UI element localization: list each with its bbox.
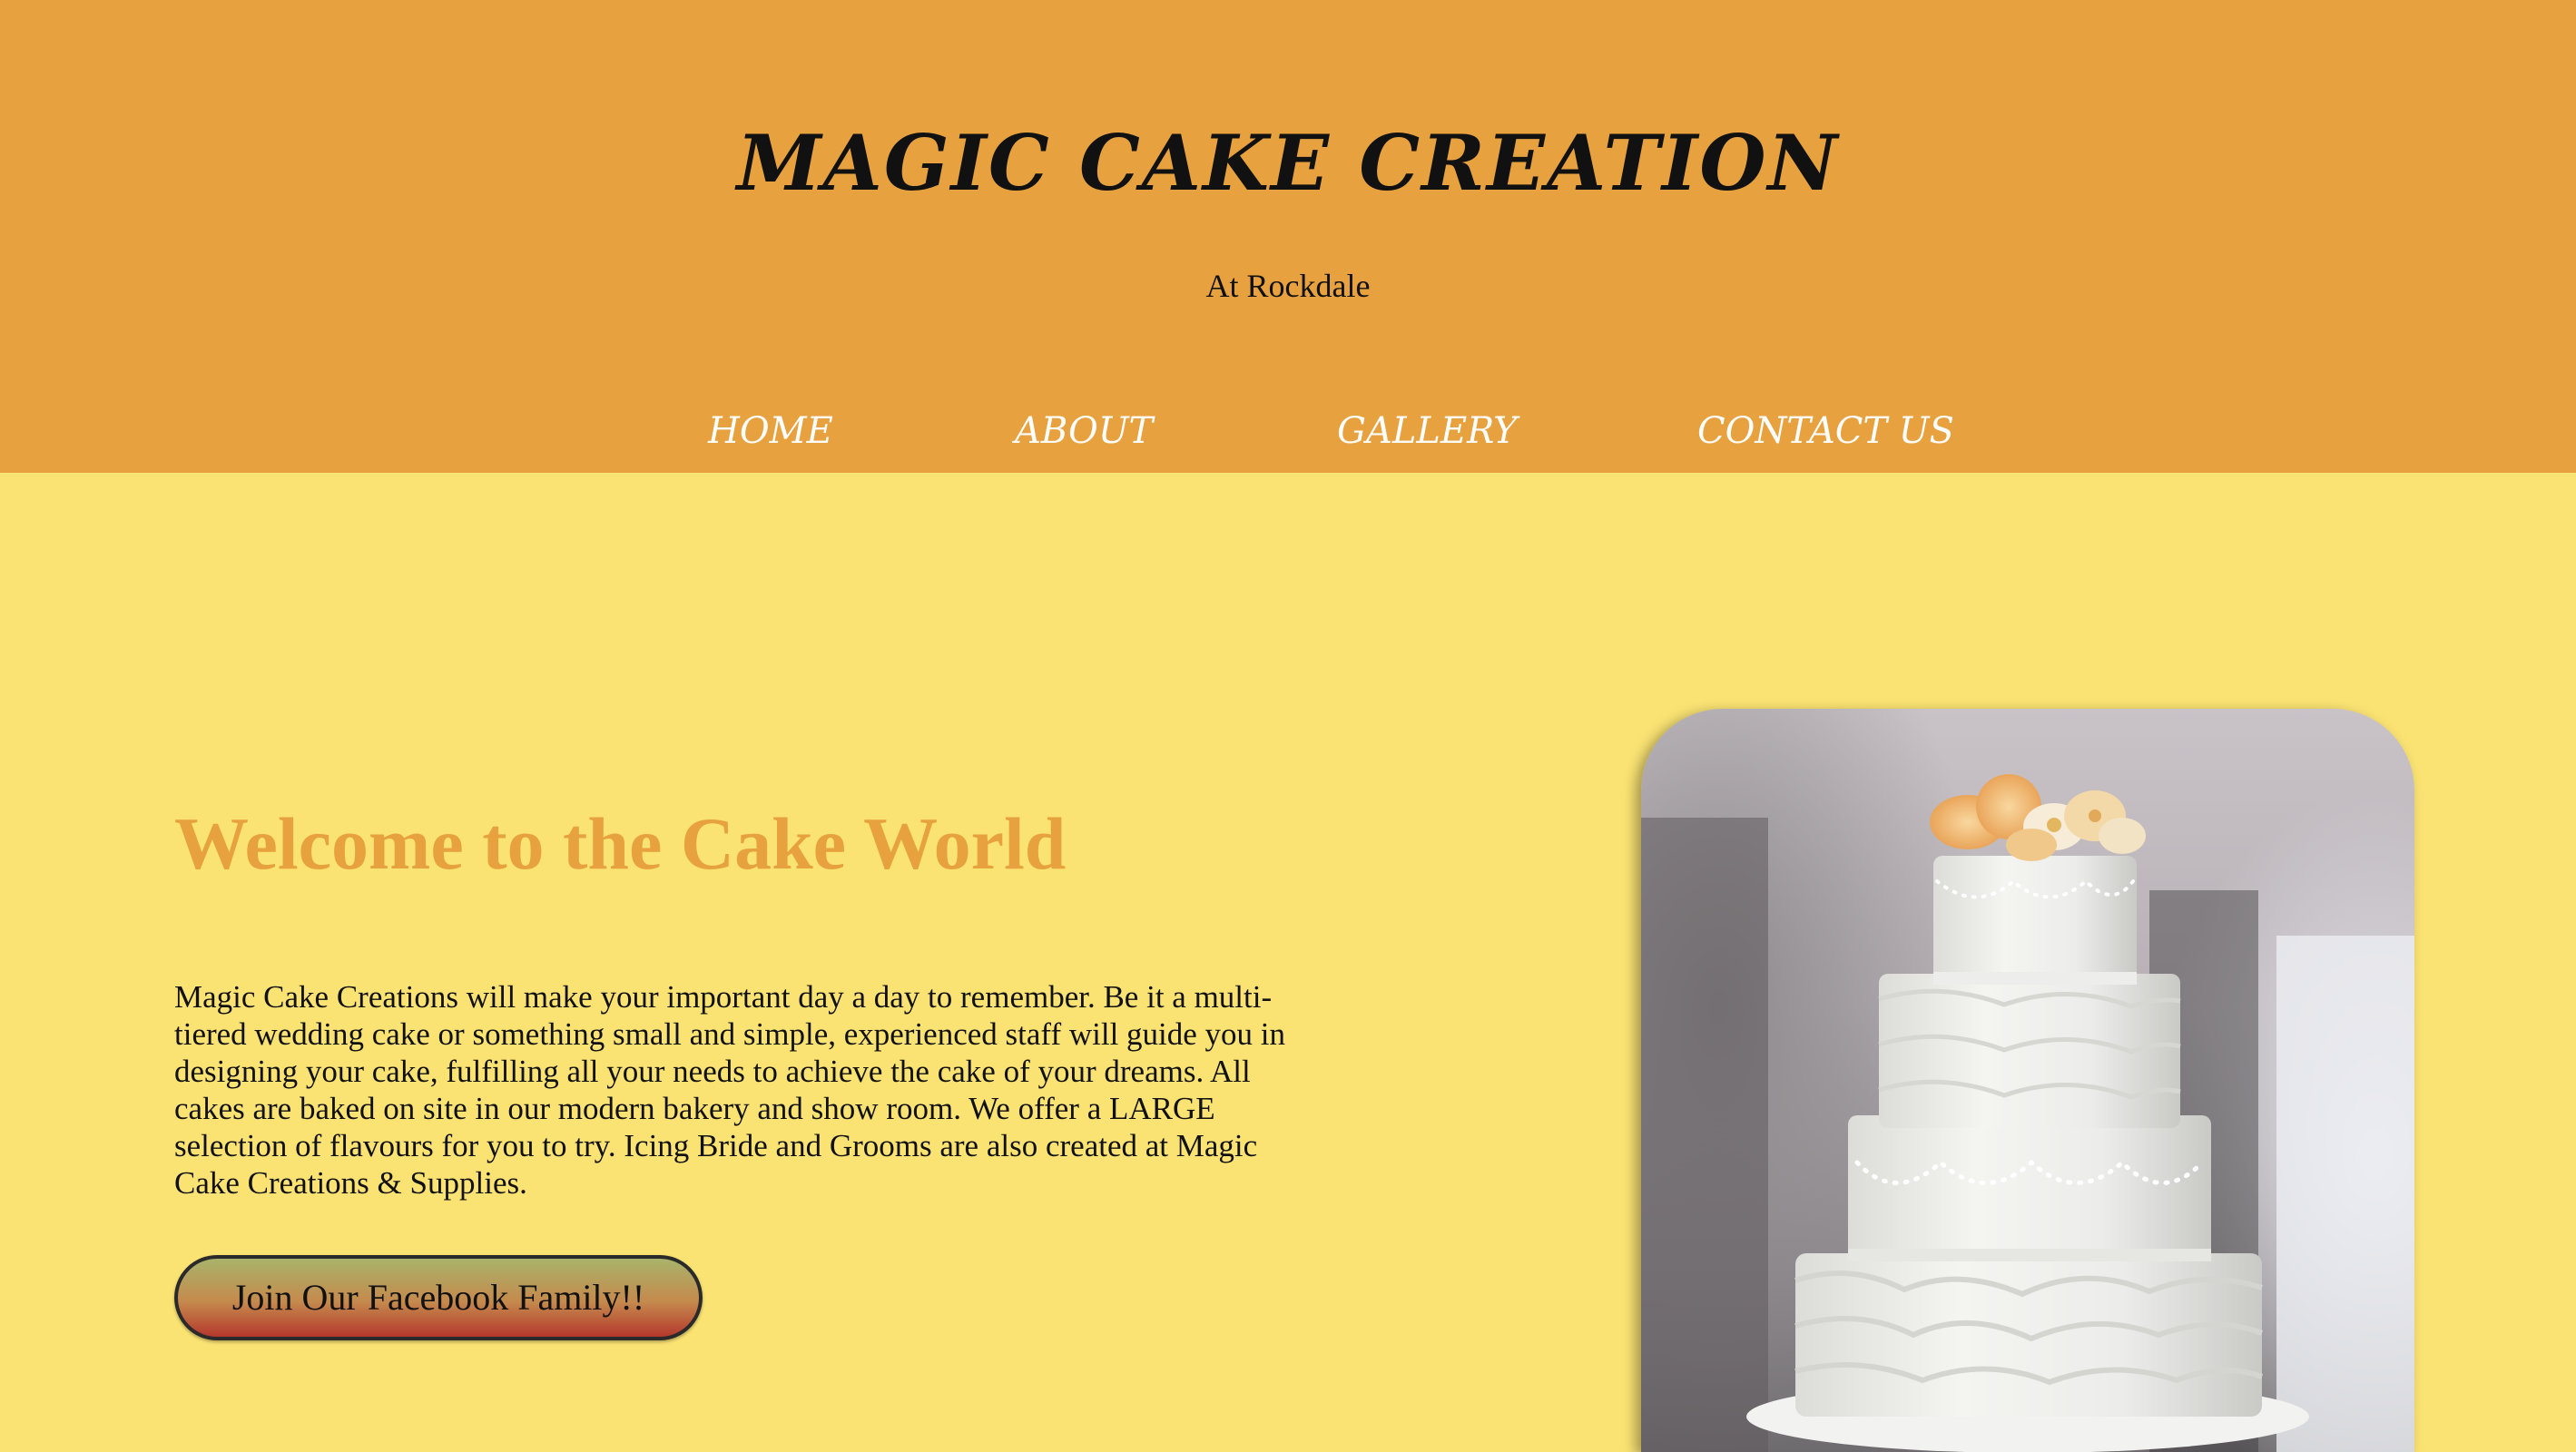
main-nav: HOME ABOUT GALLERY CONTACT US — [0, 404, 2576, 458]
wedding-cake-image — [1641, 709, 2414, 1452]
facebook-join-button[interactable]: Join Our Facebook Family!! — [174, 1255, 703, 1340]
nav-item-about[interactable]: ABOUT — [1015, 404, 1153, 458]
site-title: MAGIC CAKE CREATION — [736, 118, 1840, 208]
wedding-cake-illustration — [1641, 774, 2414, 1452]
intro-paragraph: Magic Cake Creations will make your impo… — [174, 979, 1286, 1201]
welcome-heading: Welcome to the Cake World — [174, 802, 1067, 885]
nav-item-home[interactable]: HOME — [708, 404, 833, 458]
site-tagline: At Rockdale — [1205, 268, 1371, 304]
nav-item-gallery[interactable]: GALLERY — [1337, 404, 1517, 458]
site-header: MAGIC CAKE CREATION At Rockdale HOME ABO… — [0, 0, 2576, 473]
nav-item-contact-us[interactable]: CONTACT US — [1697, 404, 1954, 458]
